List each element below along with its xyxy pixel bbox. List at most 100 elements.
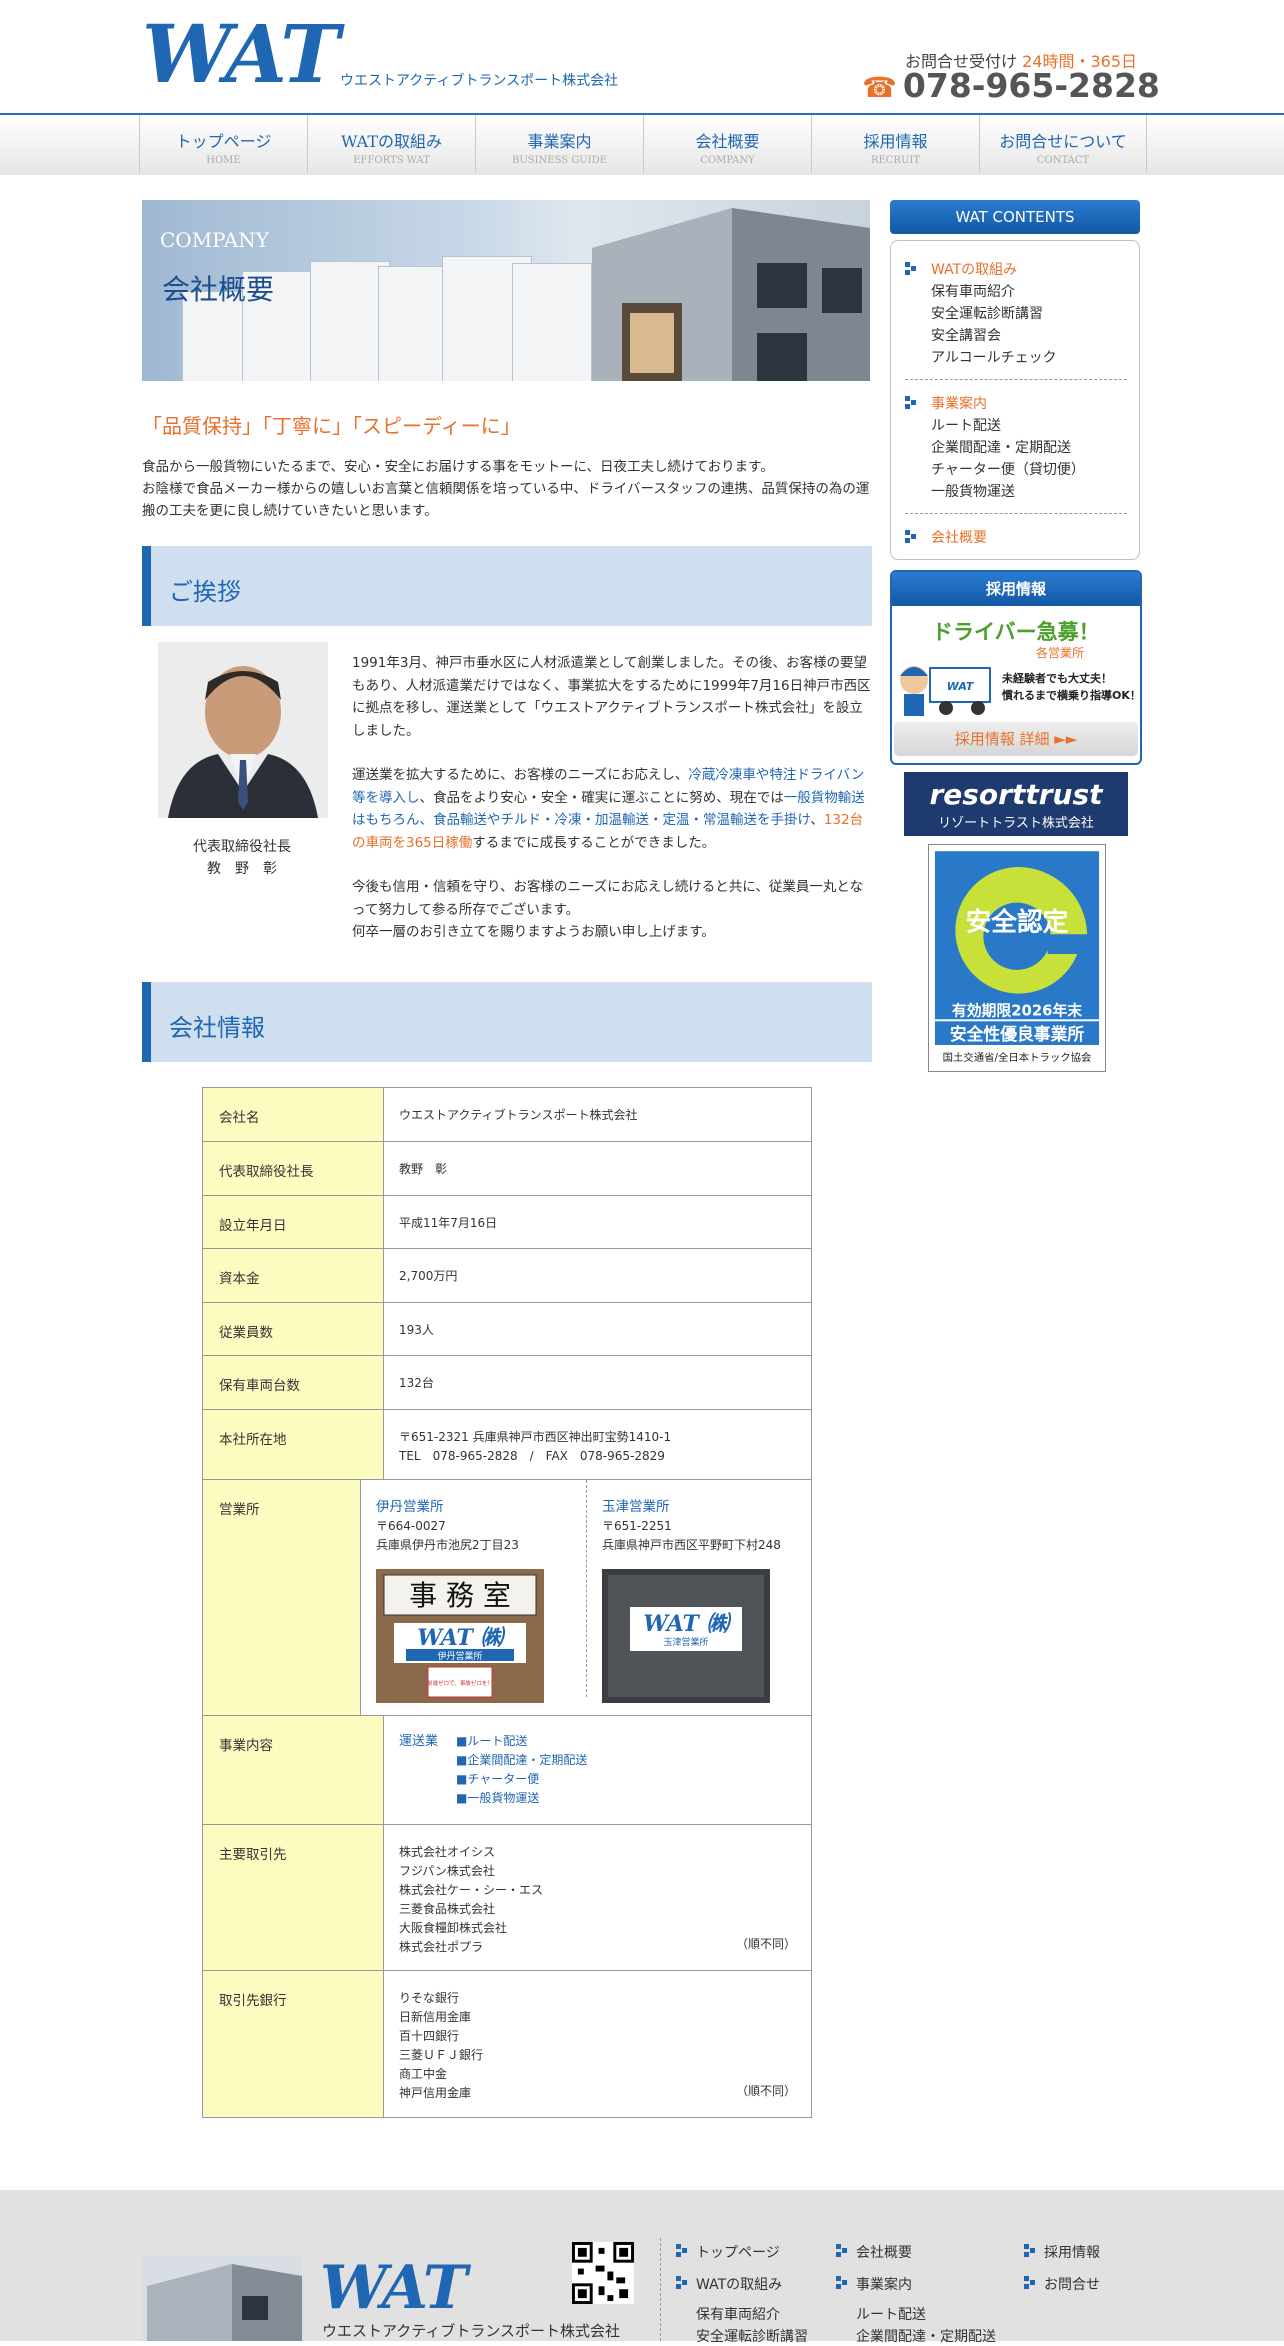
catch-copy: 「品質保持」「丁寧に」「スピーディーに」 bbox=[142, 414, 521, 438]
mascot-text: WAT bbox=[947, 680, 975, 693]
menu-company[interactable]: 会社概要 bbox=[931, 527, 987, 547]
footer-link-label: お問合せ bbox=[1044, 2277, 1100, 2293]
contents-title: WAT CONTENTS bbox=[890, 200, 1140, 234]
bank-item: 日新信用金庫 bbox=[399, 2010, 472, 2024]
table-row: 営業所 伊丹営業所 〒664-0027 兵庫県伊丹市池尻2丁目23 事 務 室 … bbox=[203, 1480, 811, 1716]
row-label: 事業内容 bbox=[203, 1716, 384, 1824]
greeting-paragraph: 運送業を拡大するために、お客様のニーズにお応えし、冷蔵冷凍車や特注ドライバン等を… bbox=[352, 764, 872, 854]
truck-mascot-icon: WAT bbox=[900, 666, 991, 716]
hq-tel-fax: TEL 078-965-2828 / FAX 078-965-2829 bbox=[399, 1449, 665, 1463]
intro-text: 食品から一般貨物にいたるまで、安心・安全にお届けする事をモットーに、日夜工夫し続… bbox=[142, 456, 872, 522]
text-span: 、食品をより安心・安全・確実に運ぶことに努め、現在では bbox=[419, 789, 784, 806]
office-name[interactable]: 玉津営業所 bbox=[602, 1498, 796, 1517]
row-value: ウエストアクティブトランスポート株式会社 bbox=[399, 1108, 638, 1122]
business-item[interactable]: ■チャーター便 bbox=[456, 1770, 587, 1789]
office-name[interactable]: 伊丹営業所 bbox=[376, 1498, 586, 1517]
row-label: 代表取締役社長 bbox=[203, 1142, 384, 1195]
footer-logo[interactable]: WAT bbox=[320, 2258, 467, 2318]
footer-sub-driving[interactable]: 安全運転診断講習 bbox=[696, 2326, 808, 2346]
table-row: 取引先銀行 りそな銀行 日新信用金庫 百十四銀行 三菱ＵＦＪ銀行 商工中金 神戸… bbox=[203, 1971, 811, 2117]
menu-business[interactable]: 事業案内 bbox=[931, 393, 987, 413]
company-info-heading: 会社情報 bbox=[142, 982, 872, 1062]
row-value: 193人 bbox=[399, 1323, 434, 1337]
bank-item: りそな銀行 bbox=[399, 1991, 460, 2005]
footer-company-name: ウエストアクティブトランスポート株式会社 bbox=[322, 2322, 621, 2340]
business-item[interactable]: ■企業間配達・定期配送 bbox=[456, 1751, 587, 1770]
menu-charter[interactable]: チャーター便（貸切便） bbox=[931, 459, 1085, 479]
order-note: （順不同） bbox=[735, 2084, 796, 2098]
recruit-detail-button[interactable]: 採用情報 詳細 ►► bbox=[894, 722, 1138, 756]
office-itami: 伊丹営業所 〒664-0027 兵庫県伊丹市池尻2丁目23 事 務 室 WAT … bbox=[376, 1498, 586, 1703]
business-category[interactable]: 運送業 bbox=[399, 1732, 438, 1751]
section-title: ご挨拶 bbox=[169, 578, 241, 606]
recruit-title: 採用情報 bbox=[892, 572, 1140, 606]
intro-line: お陰様で食品メーカー様からの嬉しいお言葉と信頼関係を培っている中、ドライバースタ… bbox=[142, 481, 870, 519]
text-span: 、 bbox=[810, 812, 824, 828]
nav-home[interactable]: トップページ HOME bbox=[139, 115, 307, 173]
footer-sub-vehicles[interactable]: 保有車両紹介 bbox=[696, 2304, 780, 2324]
site-footer: WAT ウエストアクティブトランスポート株式会社 トップページ 会社概要 採用情… bbox=[0, 2190, 1284, 2345]
qr-code bbox=[572, 2242, 634, 2304]
note-line: 慣れるまで横乗り指導OK！ bbox=[1002, 689, 1141, 702]
bullet-icon bbox=[1024, 2276, 1036, 2289]
menu-efforts[interactable]: WATの取組み bbox=[931, 259, 1017, 279]
client-item: 株式会社ケー・シー・エス bbox=[399, 1883, 544, 1897]
phone-number[interactable]: ☎ 078-965-2828 bbox=[862, 66, 1160, 105]
recruit-note: 未経験者でも大丈夫！ 慣れるまで横乗り指導OK！ bbox=[1002, 670, 1142, 704]
bank-item: 三菱ＵＦＪ銀行 bbox=[399, 2048, 484, 2062]
text-span: 運送業を拡大するために、お客様のニーズにお応えし、 bbox=[352, 767, 689, 783]
office-address: 兵庫県神戸市西区平野町下村248 bbox=[602, 1538, 781, 1552]
footer-sub-b2b[interactable]: 企業間配達・定期配送 bbox=[856, 2326, 996, 2346]
hero-banner: COMPANY 会社概要 bbox=[142, 200, 870, 381]
business-item[interactable]: ■一般貨物運送 bbox=[456, 1789, 587, 1808]
menu-safety-seminar[interactable]: 安全講習会 bbox=[931, 325, 1001, 345]
nav-contact[interactable]: お問合せについて CONTACT bbox=[979, 115, 1147, 173]
resorttrust-logo: resorttrust bbox=[929, 778, 1103, 811]
nav-business[interactable]: 事業案内 BUSINESS GUIDE bbox=[475, 115, 643, 173]
safety-certification-badge[interactable]: 安全認定 有効期限2026年末 安全性優良事業所 国土交通省/全日本トラック協会 bbox=[928, 844, 1106, 1072]
badge-grade: 安全性優良事業所 bbox=[950, 1024, 1085, 1044]
nav-recruit[interactable]: 採用情報 RECRUIT bbox=[811, 115, 979, 173]
president-name: 教 野 彰 bbox=[207, 861, 277, 877]
company-name: ウエストアクティブトランスポート株式会社 bbox=[340, 73, 619, 89]
truck-image bbox=[512, 263, 592, 381]
table-row: 主要取引先 株式会社オイシス フジパン株式会社 株式会社ケー・シー・エス 三菱食… bbox=[203, 1825, 811, 1971]
menu-alcohol-check[interactable]: アルコールチェック bbox=[931, 347, 1057, 367]
company-info-table: 会社名 ウエストアクティブトランスポート株式会社 代表取締役社長 教野 彰 設立年月… bbox=[202, 1087, 812, 2118]
hq-address: 〒651-2321 兵庫県神戸市西区神出町宝勢1410-1 bbox=[399, 1430, 672, 1444]
president-photo bbox=[158, 642, 328, 818]
recruit-banner[interactable]: 採用情報 ドライバー急募！ 各営業所 WAT 未経験者でも大丈夫！ 慣れるまで横乗… bbox=[890, 570, 1142, 765]
menu-general-cargo[interactable]: 一般貨物運送 bbox=[931, 481, 1015, 501]
tamatsu-office-photo: WAT ㈱ 玉津営業所 bbox=[602, 1569, 770, 1703]
greeting-paragraph: 何卒一層のお引き立てを賜りますようお願い申し上げます。 bbox=[352, 924, 715, 940]
site-logo[interactable]: WAT bbox=[142, 14, 340, 94]
nav-efforts[interactable]: WATの取組み EFFORTS WAT bbox=[307, 115, 475, 173]
sign-text: 玉津営業所 bbox=[663, 1636, 708, 1648]
client-item: 株式会社オイシス bbox=[399, 1845, 496, 1859]
nav-label: WATの取組み bbox=[340, 132, 442, 151]
business-item[interactable]: ■ルート配送 bbox=[456, 1732, 587, 1751]
row-value: 132台 bbox=[399, 1376, 434, 1390]
nav-company[interactable]: 会社概要 COMPANY bbox=[643, 115, 811, 173]
resorttrust-banner[interactable]: resorttrust リゾートトラスト株式会社 bbox=[904, 772, 1128, 836]
nav-sub: BUSINESS GUIDE bbox=[511, 155, 607, 166]
bullet-icon bbox=[1024, 2244, 1036, 2257]
footer-divider bbox=[660, 2238, 661, 2341]
note-line: 未経験者でも大丈夫！ bbox=[1002, 672, 1112, 685]
bullet-icon bbox=[676, 2276, 688, 2289]
menu-driving-course[interactable]: 安全運転診断講習 bbox=[931, 303, 1043, 323]
president-title: 代表取締役社長 bbox=[193, 839, 291, 855]
menu-route[interactable]: ルート配送 bbox=[931, 415, 1001, 435]
row-value: りそな銀行 日新信用金庫 百十四銀行 三菱ＵＦＪ銀行 商工中金 神戸信用金庫 （… bbox=[384, 1971, 811, 2117]
footer-link-label: トップページ bbox=[696, 2245, 780, 2261]
footer-sub-route[interactable]: ルート配送 bbox=[856, 2304, 926, 2324]
table-row: 資本金 2,700万円 bbox=[203, 1249, 811, 1303]
table-row: 従業員数 193人 bbox=[203, 1303, 811, 1356]
menu-b2b[interactable]: 企業間配達・定期配送 bbox=[931, 437, 1071, 457]
nav-sub: HOME bbox=[206, 155, 241, 166]
row-label: 取引先銀行 bbox=[203, 1971, 384, 2117]
row-value: 平成11年7月16日 bbox=[399, 1216, 498, 1230]
hero-title-jp: 会社概要 bbox=[162, 273, 275, 306]
menu-vehicles[interactable]: 保有車両紹介 bbox=[931, 281, 1015, 301]
nav-label: 会社概要 bbox=[695, 132, 760, 151]
